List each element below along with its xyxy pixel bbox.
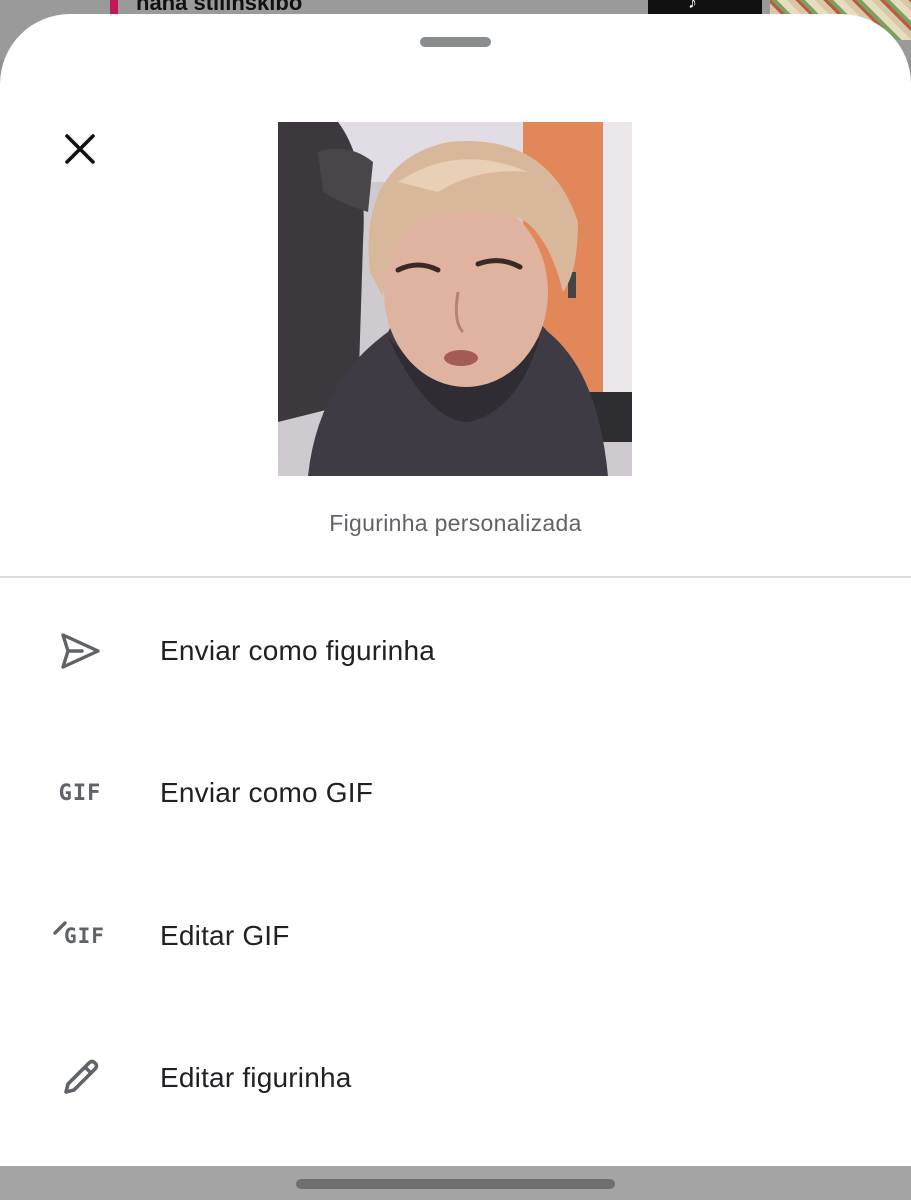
edit-gif-icon-text: GIF [64, 924, 105, 948]
pencil-icon [50, 1048, 110, 1108]
sticker-preview-image [278, 122, 632, 476]
edit-sticker-label: Editar figurinha [160, 1062, 352, 1093]
gif-icon: GIF [50, 763, 110, 823]
edit-gif-label: Editar GIF [160, 920, 290, 951]
send-as-sticker-button[interactable]: Enviar como figurinha [0, 591, 911, 711]
send-as-gif-button[interactable]: GIF Enviar como GIF [0, 733, 911, 853]
bottom-sheet: Figurinha personalizada Enviar como figu… [0, 14, 911, 1166]
send-as-gif-label: Enviar como GIF [160, 777, 374, 808]
close-button[interactable] [55, 124, 105, 174]
sticker-caption: Figurinha personalizada [329, 510, 582, 536]
home-indicator[interactable] [296, 1179, 615, 1189]
edit-gif-button[interactable]: GIF Editar GIF [0, 876, 911, 996]
edit-sticker-button[interactable]: Editar figurinha [0, 1018, 911, 1138]
tiktok-icon: ♪ [688, 0, 697, 12]
navigation-bar [0, 1166, 911, 1200]
send-icon [50, 621, 110, 681]
close-icon [65, 134, 95, 164]
divider [0, 576, 911, 578]
drag-handle[interactable] [420, 37, 491, 47]
edit-gif-icon: GIF [50, 906, 110, 966]
gif-icon-text: GIF [58, 780, 102, 806]
send-as-sticker-label: Enviar como figurinha [160, 635, 435, 666]
